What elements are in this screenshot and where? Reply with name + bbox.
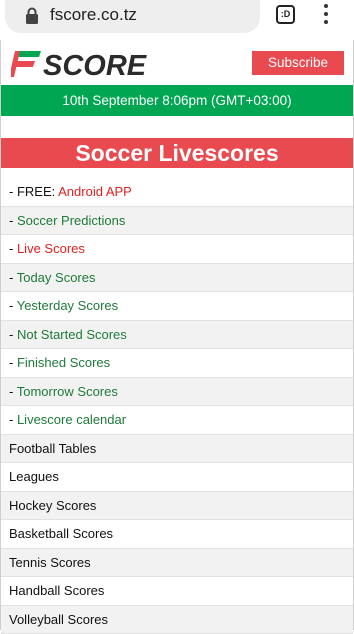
address-bar[interactable]: fscore.co.tz bbox=[5, 0, 260, 33]
menu-item-prefix: - FREE: bbox=[9, 184, 58, 199]
site-header: SCORE Subscribe bbox=[0, 40, 354, 85]
menu-item-prefix: - bbox=[9, 241, 17, 256]
tab-switcher-icon[interactable]: :D bbox=[276, 5, 295, 24]
menu-item-prefix: - bbox=[9, 384, 17, 399]
lock-icon bbox=[25, 7, 39, 25]
menu-item-link[interactable]: Livescore calendar bbox=[17, 412, 126, 427]
menu-item-link[interactable]: Tennis Scores bbox=[9, 555, 91, 570]
menu-item-link[interactable]: Android APP bbox=[58, 184, 132, 199]
menu-item-prefix: - bbox=[9, 298, 17, 313]
menu-item[interactable]: Hockey Scores bbox=[1, 492, 353, 521]
menu-item[interactable]: - Finished Scores bbox=[1, 349, 353, 378]
menu-item-link[interactable]: Basketball Scores bbox=[9, 526, 113, 541]
url-text: fscore.co.tz bbox=[50, 5, 137, 25]
menu-item[interactable]: - Tomorrow Scores bbox=[1, 378, 353, 407]
menu-item-link[interactable]: Handball Scores bbox=[9, 583, 104, 598]
menu-item[interactable]: - Livescore calendar bbox=[1, 406, 353, 435]
menu-item[interactable]: - Not Started Scores bbox=[1, 321, 353, 350]
svg-text:SCORE: SCORE bbox=[43, 50, 148, 78]
menu-item-link[interactable]: Hockey Scores bbox=[9, 498, 96, 513]
menu-item-prefix: - bbox=[9, 355, 17, 370]
nav-menu-list: - FREE: Android APP- Soccer Predictions-… bbox=[1, 178, 353, 634]
menu-item[interactable]: Handball Scores bbox=[1, 577, 353, 606]
menu-item-link[interactable]: Today Scores bbox=[17, 270, 96, 285]
menu-item-link[interactable]: Not Started Scores bbox=[17, 327, 127, 342]
fscore-logo[interactable]: SCORE bbox=[11, 50, 153, 78]
menu-item-link[interactable]: Soccer Predictions bbox=[17, 213, 125, 228]
menu-item[interactable]: Basketball Scores bbox=[1, 520, 353, 549]
menu-item[interactable]: - Soccer Predictions bbox=[1, 207, 353, 236]
menu-item[interactable]: Leagues bbox=[1, 463, 353, 492]
menu-item-link[interactable]: Leagues bbox=[9, 469, 59, 484]
page-title: Soccer Livescores bbox=[1, 138, 353, 168]
menu-item[interactable]: - Live Scores bbox=[1, 235, 353, 264]
subscribe-button[interactable]: Subscribe bbox=[252, 51, 344, 75]
menu-item[interactable]: Tennis Scores bbox=[1, 549, 353, 578]
menu-item-prefix: - bbox=[9, 412, 17, 427]
menu-item-link[interactable]: Tomorrow Scores bbox=[17, 384, 118, 399]
menu-item-link[interactable]: Volleyball Scores bbox=[9, 612, 108, 627]
menu-item-link[interactable]: Football Tables bbox=[9, 441, 96, 456]
overflow-menu-icon[interactable] bbox=[321, 4, 331, 26]
spacer-row bbox=[1, 116, 353, 139]
date-time-bar: 10th September 8:06pm (GMT+03:00) bbox=[1, 85, 353, 116]
menu-item[interactable]: - Today Scores bbox=[1, 264, 353, 293]
browser-toolbar: fscore.co.tz :D bbox=[0, 0, 354, 40]
menu-item-prefix: - bbox=[9, 213, 17, 228]
menu-item[interactable]: Football Tables bbox=[1, 435, 353, 464]
site-content: SCORE Subscribe 10th September 8:06pm (G… bbox=[0, 40, 354, 630]
menu-item-prefix: - bbox=[9, 327, 17, 342]
menu-item-prefix: - bbox=[9, 270, 17, 285]
menu-item-link[interactable]: Yesterday Scores bbox=[17, 298, 118, 313]
menu-item[interactable]: - FREE: Android APP bbox=[1, 178, 353, 207]
menu-item[interactable]: - Yesterday Scores bbox=[1, 292, 353, 321]
menu-item-link[interactable]: Finished Scores bbox=[17, 355, 110, 370]
menu-item-link[interactable]: Live Scores bbox=[17, 241, 85, 256]
